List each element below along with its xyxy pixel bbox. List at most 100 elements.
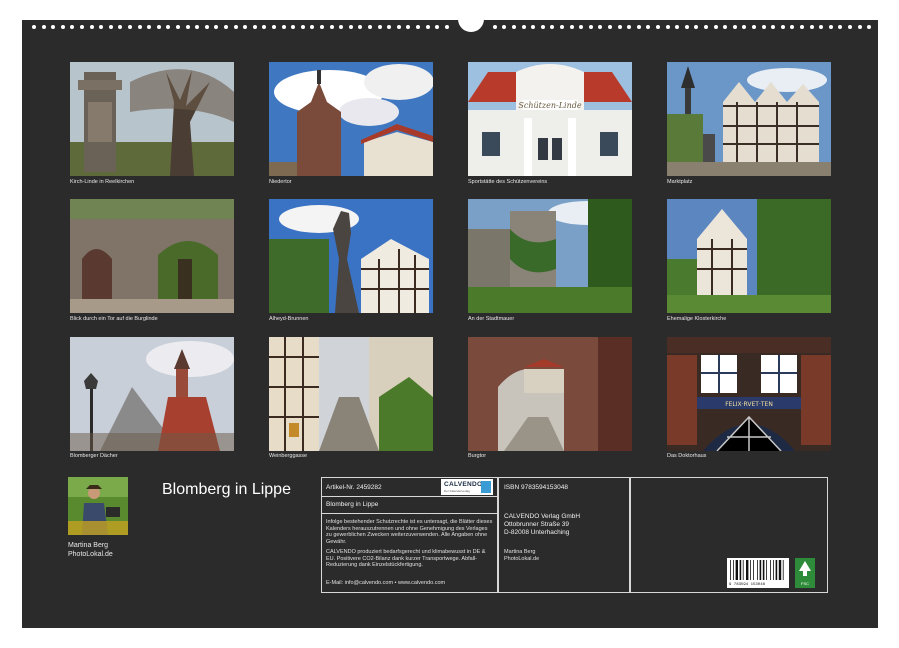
- article-number: Artikel-Nr. 2459282: [326, 484, 382, 491]
- binding-hole: [617, 25, 622, 29]
- photo-caption: Ehemalige Klosterkirche: [667, 316, 727, 322]
- binding-hole: [176, 25, 180, 29]
- legal-notice: Infolge bestehender Schutzrechte ist es …: [326, 519, 493, 545]
- binding-hole: [492, 25, 497, 29]
- binding-hole: [694, 25, 699, 29]
- binding-hole: [521, 25, 526, 29]
- binding-hole: [60, 25, 65, 29]
- calvendo-logo: CALVENDO Der Kalenderverlag: [441, 479, 493, 495]
- barcode-bar: [739, 560, 742, 580]
- binding-hole: [675, 25, 680, 29]
- binding-hole: [137, 25, 142, 29]
- isbn: ISBN 9783594153048: [504, 484, 568, 491]
- binding-hole: [147, 25, 152, 29]
- divider: [321, 496, 498, 497]
- binding-hole: [608, 25, 612, 29]
- spiral-binding: [22, 18, 878, 32]
- publisher-city: D-82008 Unterhaching: [504, 529, 570, 536]
- barcode-bar: [778, 560, 782, 580]
- binding-hole: [656, 25, 660, 29]
- binding-hole: [828, 25, 833, 29]
- binding-hole: [771, 25, 776, 29]
- binding-hole: [320, 25, 324, 29]
- fsc-logo: FSC: [795, 558, 815, 588]
- photo-caption: Alheyd-Brunnen: [269, 316, 309, 322]
- calendar-title: Blomberg in Lippe: [162, 481, 291, 498]
- barcode-bar: [742, 560, 744, 580]
- binding-hole: [368, 25, 372, 29]
- barcode-bar: [757, 560, 758, 580]
- binding-hole: [185, 25, 190, 29]
- logo-subtext: Der Kalenderverlag: [444, 489, 470, 493]
- binding-hole: [396, 25, 401, 29]
- binding-hole: [848, 25, 852, 29]
- house-inscription: FELIX·RVET·TEN: [725, 401, 773, 408]
- binding-hole: [377, 25, 382, 29]
- photo-marktplatz: [667, 62, 831, 176]
- binding-hole: [540, 25, 545, 29]
- binding-hole: [444, 25, 449, 29]
- binding-hole: [867, 25, 872, 29]
- binding-hole: [243, 25, 248, 29]
- photo-stadtmauer: [468, 199, 632, 313]
- binding-hole: [723, 25, 728, 29]
- photo-caption: Blick durch ein Tor auf die Burglinde: [70, 316, 158, 322]
- photo-weinberggasse: [269, 337, 433, 451]
- binding-hole: [108, 25, 113, 29]
- contact-line: E-Mail: info@calvendo.com • www.calvendo…: [326, 580, 446, 586]
- photo-kirch-linde: [70, 62, 234, 176]
- binding-hole: [214, 25, 219, 29]
- binding-hole: [665, 25, 670, 29]
- divider: [321, 513, 498, 514]
- photo-caption: Blomberger Dächer: [70, 453, 118, 459]
- hanger-notch: [458, 18, 484, 32]
- binding-hole: [233, 25, 238, 29]
- binding-hole: [560, 25, 564, 29]
- photo-caption: Marktplatz: [667, 179, 693, 185]
- binding-hole: [598, 25, 603, 29]
- binding-hole: [646, 25, 651, 29]
- binding-hole: [224, 25, 228, 29]
- photo-niedertor: [269, 62, 433, 176]
- barcode-bar: [782, 560, 784, 580]
- eco-notice: CALVENDO produziert bedarfsgerecht und k…: [326, 549, 486, 568]
- binding-hole: [809, 25, 814, 29]
- binding-hole: [80, 25, 84, 29]
- binding-hole: [99, 25, 104, 29]
- photo-klosterkirche: [667, 199, 831, 313]
- binding-hole: [857, 25, 862, 29]
- photo-caption: Niedertor: [269, 179, 292, 185]
- credit-website: PhotoLokal.de: [504, 556, 540, 562]
- binding-hole: [761, 25, 766, 29]
- binding-hole: [684, 25, 689, 29]
- logo-text: CALVENDO: [444, 481, 483, 488]
- binding-hole: [502, 25, 507, 29]
- binding-hole: [713, 25, 718, 29]
- binding-hole: [838, 25, 843, 29]
- credit-name: Martina Berg: [504, 549, 536, 555]
- barcode-bar: [730, 560, 731, 580]
- barcode-number: 9 783594 153048: [729, 583, 766, 587]
- binding-hole: [310, 25, 315, 29]
- binding-hole: [70, 25, 75, 29]
- binding-hole: [579, 25, 584, 29]
- binding-hole: [512, 25, 516, 29]
- barcode-bar: [733, 560, 734, 580]
- binding-hole: [300, 25, 305, 29]
- barcode-bar: [750, 560, 751, 580]
- photo-doktorhaus: FELIX·RVET·TEN: [667, 337, 831, 451]
- binding-hole: [262, 25, 267, 29]
- binding-hole: [252, 25, 257, 29]
- barcode-bar: [762, 560, 765, 580]
- photo-burgtor: [468, 337, 632, 451]
- author-name: Martina Berg: [68, 542, 109, 549]
- barcode-bar: [735, 560, 738, 580]
- photo-caption: Kirch-Linde in Reelkirchen: [70, 179, 135, 185]
- binding-hole: [790, 25, 795, 29]
- photo-caption: Das Doktorhaus: [667, 453, 707, 459]
- binding-hole: [636, 25, 641, 29]
- photo-caption: Weinberggasse: [269, 453, 308, 459]
- barcode-bars: [730, 560, 784, 580]
- binding-hole: [588, 25, 593, 29]
- binding-hole: [272, 25, 276, 29]
